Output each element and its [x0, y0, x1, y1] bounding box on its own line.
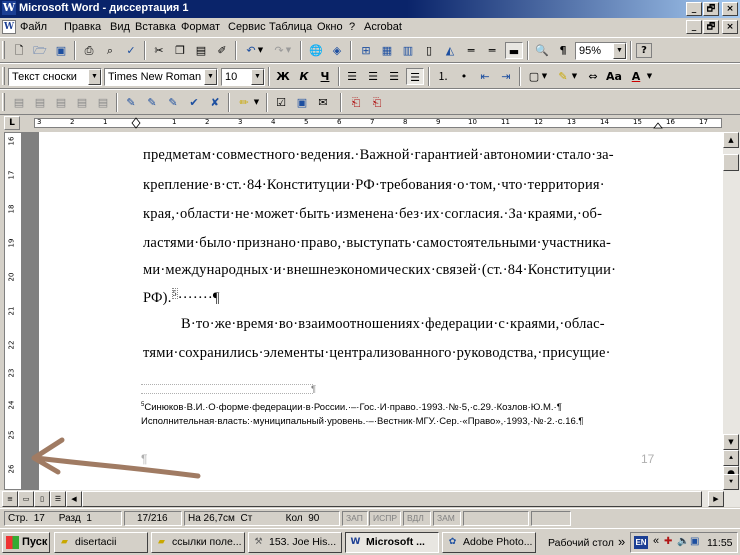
desktop-toolbar-label[interactable]: Рабочий стол	[548, 537, 614, 549]
scroll-thumb[interactable]	[723, 154, 739, 171]
vertical-scrollbar[interactable]: ▲ ▼ ⯅ ● ⯆	[723, 132, 740, 490]
task-joe-his[interactable]: ⚒ 153. Joe His...	[248, 532, 342, 553]
photoshop-icon: ✿	[448, 537, 457, 547]
tray-chevron-icon[interactable]: «	[653, 535, 659, 547]
tool-icon: ⚒	[254, 537, 263, 547]
prev-page-icon[interactable]: ⯅	[723, 450, 739, 466]
task-disertacii[interactable]: ▰ disertacii	[54, 532, 148, 553]
print-view-icon[interactable]: ▯	[34, 491, 50, 507]
scroll-left-icon[interactable]: ◀	[66, 491, 82, 507]
horizontal-scrollbar[interactable]: ≡ ▭ ▯ ☰ ◀ ▶	[0, 490, 740, 507]
taskbar: Пуск ▰ disertacii ▰ ссылки поле... ⚒ 153. J…	[0, 528, 740, 555]
status-language	[463, 511, 529, 526]
annotation-arrow	[31, 437, 201, 479]
status-spelling[interactable]	[531, 511, 571, 526]
web-view-icon[interactable]: ▭	[18, 491, 34, 507]
status-page: Стр. 17 Разд 1	[4, 511, 122, 526]
status-trk[interactable]: ИСПР	[369, 511, 401, 526]
language-indicator[interactable]: EN	[634, 536, 648, 549]
status-ext[interactable]: ВДЛ	[403, 511, 431, 526]
status-rec[interactable]: ЗАП	[342, 511, 368, 526]
status-bar: Стр. 17 Разд 1 17/216 На 26,7см Ст Кол 9…	[0, 508, 740, 527]
status-pages: 17/216	[124, 511, 182, 526]
next-page-icon[interactable]: ⯆	[723, 474, 739, 490]
outline-view-icon[interactable]: ☰	[50, 491, 66, 507]
scroll-right-icon[interactable]: ▶	[708, 491, 724, 507]
tray-app-icon[interactable]: ✚	[664, 536, 672, 547]
clock: 11:55	[707, 537, 733, 549]
folder-icon: ▰	[158, 537, 165, 547]
status-position: На 26,7см Ст Кол 90	[184, 511, 340, 526]
windows-logo-icon	[6, 536, 19, 549]
normal-view-icon[interactable]: ≡	[2, 491, 18, 507]
network-icon[interactable]: ▣	[690, 536, 699, 547]
task-photoshop[interactable]: ✿ Adobe Photo...	[442, 532, 536, 553]
volume-icon[interactable]: 🔈	[677, 536, 689, 547]
system-tray: EN « ✚ 🔈 ▣ 11:55	[630, 532, 738, 553]
word-icon: W	[350, 537, 361, 547]
chevron-right-icon[interactable]: »	[618, 534, 625, 549]
task-word[interactable]: W Microsoft ...	[345, 532, 439, 553]
folder-icon: ▰	[61, 537, 68, 547]
start-button[interactable]: Пуск	[2, 532, 50, 553]
horizontal-scroll-thumb[interactable]	[82, 491, 702, 507]
task-links[interactable]: ▰ ссылки поле...	[151, 532, 245, 553]
scroll-up-icon[interactable]: ▲	[723, 132, 739, 148]
scroll-down-icon[interactable]: ▼	[723, 434, 739, 450]
status-ovr[interactable]: ЗАМ	[433, 511, 461, 526]
